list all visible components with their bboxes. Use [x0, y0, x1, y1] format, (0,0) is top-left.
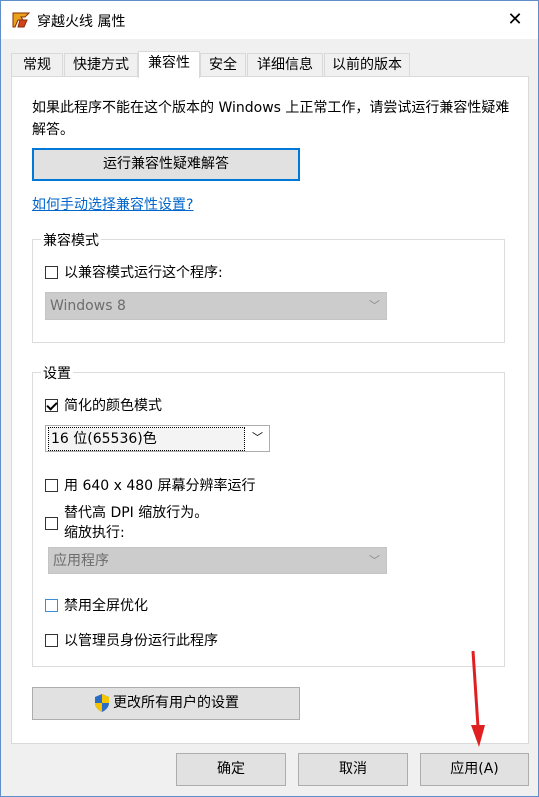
- change-all-users-button[interactable]: 更改所有用户的设置: [32, 687, 300, 720]
- run-as-admin-label: 以管理员身份运行此程序: [64, 633, 218, 649]
- tab-compatibility[interactable]: 兼容性: [138, 51, 200, 78]
- compat-mode-label: 以兼容模式运行这个程序:: [64, 265, 223, 281]
- res-640-checkbox[interactable]: [45, 478, 58, 492]
- dpi-scaling-select: 应用程序 ﹀: [48, 547, 387, 574]
- run-as-admin-checkbox[interactable]: [45, 633, 58, 647]
- dpi-override-text: 替代高 DPI 缩放行为。 缩放执行:: [64, 503, 208, 543]
- title-bar: 穿越火线 属性 ✕: [1, 1, 538, 39]
- uac-shield-icon: [95, 694, 109, 712]
- compat-mode-group: 兼容模式 以兼容模式运行这个程序: Windows 8 ﹀: [32, 230, 505, 343]
- os-version-select: Windows 8 ﹀: [45, 292, 387, 320]
- compat-mode-checkbox-row[interactable]: 以兼容模式运行这个程序:: [45, 262, 223, 282]
- chevron-down-icon: ﹀: [252, 431, 263, 444]
- dpi-override-checkbox[interactable]: [45, 516, 58, 530]
- fullscreen-opt-label: 禁用全屏优化: [64, 598, 148, 614]
- cancel-button[interactable]: 取消: [298, 753, 408, 786]
- apply-button[interactable]: 应用(A): [420, 753, 529, 786]
- chevron-down-icon: ﹀: [369, 554, 380, 567]
- compat-mode-checkbox[interactable]: [45, 265, 58, 279]
- fullscreen-opt-row[interactable]: 禁用全屏优化: [45, 595, 148, 615]
- color-depth-select[interactable]: 16 位(65536)色 ﹀: [45, 425, 270, 452]
- settings-group: 设置 简化的颜色模式 16 位(65536)色 ﹀ 用 640 x 480 屏幕…: [32, 363, 505, 667]
- tab-details[interactable]: 详细信息: [247, 53, 323, 76]
- close-icon: ✕: [507, 9, 523, 30]
- tab-general[interactable]: 常规: [11, 53, 63, 76]
- chevron-down-icon: ﹀: [369, 299, 380, 312]
- window-title: 穿越火线 属性: [37, 14, 126, 30]
- dpi-override-row[interactable]: 替代高 DPI 缩放行为。 缩放执行:: [45, 503, 208, 543]
- close-button[interactable]: ✕: [492, 1, 538, 39]
- dpi-label-line2: 缩放执行:: [64, 525, 125, 541]
- tab-previous-versions[interactable]: 以前的版本: [324, 53, 410, 76]
- change-all-users-label: 更改所有用户的设置: [113, 695, 239, 711]
- compatibility-panel: 如果此程序不能在这个版本的 Windows 上正常工作，请尝试运行兼容性疑难解答…: [11, 76, 529, 744]
- os-version-value: Windows 8: [50, 298, 126, 314]
- reduced-color-checkbox[interactable]: [45, 398, 58, 412]
- app-icon: [12, 12, 31, 28]
- fullscreen-opt-checkbox[interactable]: [45, 598, 58, 612]
- settings-title: 设置: [41, 363, 73, 383]
- dpi-label-line1: 替代高 DPI 缩放行为。: [64, 505, 209, 521]
- compat-mode-title: 兼容模式: [41, 230, 101, 250]
- troubleshoot-button[interactable]: 运行兼容性疑难解答: [32, 148, 300, 181]
- tab-security[interactable]: 安全: [200, 53, 246, 76]
- res-640-label: 用 640 x 480 屏幕分辨率运行: [64, 478, 256, 494]
- color-depth-value: 16 位(65536)色: [48, 427, 245, 451]
- manual-settings-link[interactable]: 如何手动选择兼容性设置?: [32, 194, 193, 214]
- ok-button[interactable]: 确定: [176, 753, 286, 786]
- reduced-color-label: 简化的颜色模式: [64, 398, 162, 414]
- dpi-scaling-value: 应用程序: [53, 553, 109, 569]
- res-640-row[interactable]: 用 640 x 480 屏幕分辨率运行: [45, 475, 256, 495]
- reduced-color-row[interactable]: 简化的颜色模式: [45, 395, 162, 415]
- run-as-admin-row[interactable]: 以管理员身份运行此程序: [45, 630, 218, 650]
- compat-description: 如果此程序不能在这个版本的 Windows 上正常工作，请尝试运行兼容性疑难解答…: [32, 100, 510, 138]
- annotation-arrow: [471, 650, 485, 747]
- tab-shortcut[interactable]: 快捷方式: [64, 53, 138, 76]
- properties-window: 穿越火线 属性 ✕ 常规 快捷方式 兼容性 安全 详细信息 以前的版本 如果此程…: [0, 0, 539, 797]
